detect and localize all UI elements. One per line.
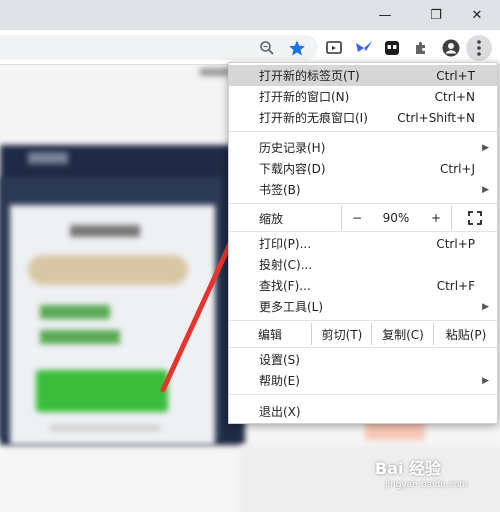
menu-item-more-tools[interactable]: 更多工具(L) ▶ bbox=[229, 296, 497, 317]
menu-item-bookmarks[interactable]: 书签(B) ▶ bbox=[229, 179, 497, 200]
chevron-right-icon: ▶ bbox=[482, 184, 489, 195]
menu-separator bbox=[229, 347, 497, 348]
baidu-watermark-logo: Bai 经验 bbox=[375, 459, 442, 478]
menu-edit-row: 编辑 剪切(T) 复制(C) 粘贴(P) bbox=[229, 323, 497, 345]
zoom-in-button[interactable]: + bbox=[421, 206, 451, 230]
menu-separator bbox=[229, 131, 497, 132]
menu-item-help[interactable]: 帮助(E) ▶ bbox=[229, 370, 497, 391]
zoom-out-button[interactable]: − bbox=[341, 206, 372, 230]
edit-label: 编辑 bbox=[257, 327, 282, 342]
menu-separator bbox=[229, 203, 497, 204]
fullscreen-icon bbox=[468, 211, 482, 225]
baidu-watermark-url: jingyan.baidu.com bbox=[385, 480, 469, 490]
chevron-right-icon: ▶ bbox=[482, 375, 489, 386]
paste-button[interactable]: 粘贴(P) bbox=[433, 323, 498, 345]
fullscreen-button[interactable] bbox=[451, 206, 498, 230]
menu-item-settings[interactable]: 设置(S) bbox=[229, 349, 497, 370]
copy-button[interactable]: 复制(C) bbox=[371, 323, 434, 345]
chevron-right-icon: ▶ bbox=[482, 142, 489, 153]
menu-item-print[interactable]: 打印(P)... Ctrl+P bbox=[229, 233, 497, 254]
menu-item-cast[interactable]: 投射(C)... bbox=[229, 254, 497, 275]
menu-item-history[interactable]: 历史记录(H) ▶ bbox=[229, 137, 497, 158]
zoom-label: 缩放 bbox=[259, 211, 284, 226]
menu-item-new-incognito[interactable]: 打开新的无痕窗口(I) Ctrl+Shift+N bbox=[229, 107, 497, 128]
chrome-main-menu: 打开新的标签页(T) Ctrl+T 打开新的窗口(N) Ctrl+N 打开新的无… bbox=[228, 62, 498, 424]
menu-separator bbox=[229, 320, 497, 321]
menu-item-new-tab[interactable]: 打开新的标签页(T) Ctrl+T bbox=[229, 65, 497, 86]
menu-separator bbox=[229, 231, 497, 232]
menu-zoom-row: 缩放 − 90% + bbox=[229, 206, 497, 230]
menu-item-new-window[interactable]: 打开新的窗口(N) Ctrl+N bbox=[229, 86, 497, 107]
zoom-value: 90% bbox=[382, 211, 410, 225]
cut-button[interactable]: 剪切(T) bbox=[311, 323, 372, 345]
menu-item-exit[interactable]: 退出(X) bbox=[229, 401, 497, 422]
menu-separator bbox=[229, 394, 497, 395]
menu-item-downloads[interactable]: 下载内容(D) Ctrl+J bbox=[229, 158, 497, 179]
menu-item-find[interactable]: 查找(F)... Ctrl+F bbox=[229, 275, 497, 296]
chevron-right-icon: ▶ bbox=[482, 301, 489, 312]
